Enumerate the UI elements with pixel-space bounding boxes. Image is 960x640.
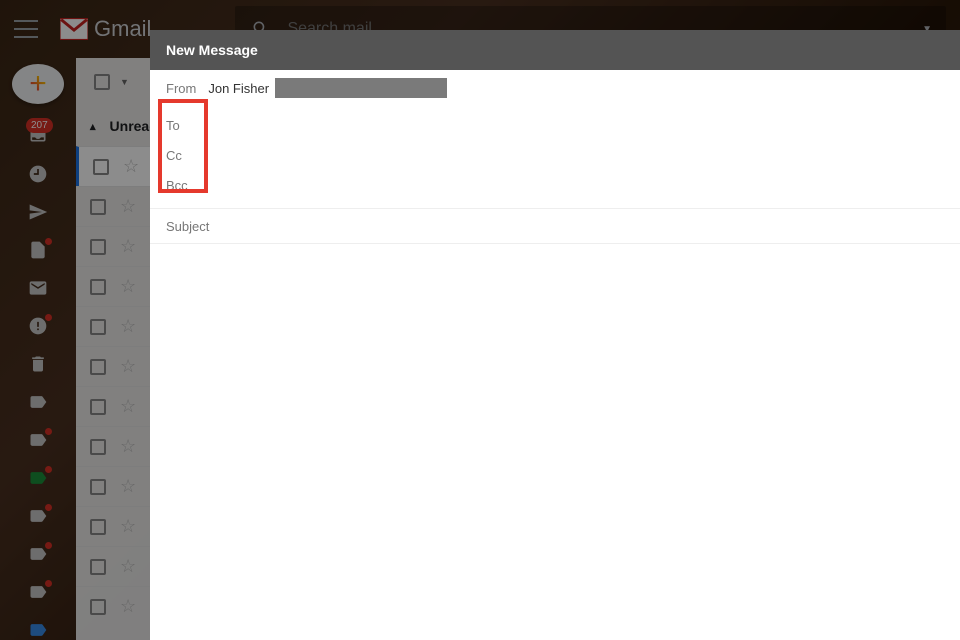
compose-window: New Message From Jon Fisher To Cc Bcc Su… — [150, 30, 960, 640]
bcc-field[interactable]: Bcc — [166, 170, 944, 200]
to-field[interactable]: To — [166, 110, 944, 140]
from-label: From — [166, 81, 196, 96]
cc-field[interactable]: Cc — [166, 140, 944, 170]
subject-label: Subject — [166, 219, 209, 234]
recipients-block: To Cc Bcc — [150, 106, 960, 208]
to-label: To — [166, 118, 180, 133]
bcc-label: Bcc — [166, 178, 188, 193]
subject-field[interactable]: Subject — [150, 208, 960, 244]
from-field[interactable]: From Jon Fisher — [150, 70, 960, 106]
from-name: Jon Fisher — [208, 81, 269, 96]
cc-label: Cc — [166, 148, 182, 163]
compose-title-bar[interactable]: New Message — [150, 30, 960, 70]
compose-title: New Message — [166, 42, 258, 58]
from-email-redacted — [275, 78, 447, 98]
